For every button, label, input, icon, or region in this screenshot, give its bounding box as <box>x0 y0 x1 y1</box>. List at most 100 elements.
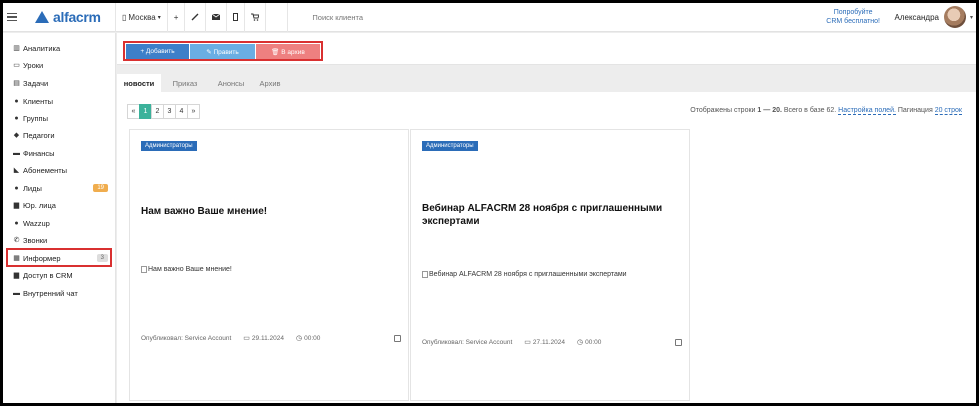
time-value: 00:00 <box>585 338 602 346</box>
toolbar-highlight <box>123 41 323 61</box>
user-menu-caret-icon[interactable]: ▾ <box>970 14 973 21</box>
tab-archive[interactable]: Архив <box>255 74 285 92</box>
money-icon: ▬ <box>13 149 20 157</box>
time: ◷ 00:00 <box>295 334 321 343</box>
page-next-button[interactable]: » <box>187 104 200 119</box>
image-alt-text: Вебинар ALFACRM 28 ноября с приглашенным… <box>429 271 627 278</box>
user-plus-icon: ● <box>14 184 19 192</box>
pagination-label: Пагинация <box>897 107 933 114</box>
sidebar-item-label: Абонементы <box>23 165 68 175</box>
tasks-icon: ▤ <box>13 80 20 87</box>
clock-icon: ◷ <box>576 339 584 346</box>
sidebar-item-label: Аналитика <box>23 43 61 53</box>
phone-icon: ✆ <box>13 237 20 244</box>
sidebar-item-finance[interactable]: ▬ Финансы <box>12 146 110 160</box>
city-label: Москва <box>128 12 156 22</box>
rows-shown-label: Отображены строки <box>690 107 756 114</box>
date: ▭ 29.11.2024 <box>243 334 284 343</box>
chart-icon: ▥ <box>13 45 20 52</box>
select-checkbox[interactable] <box>394 334 401 342</box>
tab-news[interactable]: новости <box>117 74 161 92</box>
client-search-input[interactable] <box>312 12 513 22</box>
audience-badge: Администраторы <box>422 141 478 151</box>
avatar[interactable] <box>944 6 966 28</box>
date-value: 29.11.2024 <box>251 334 284 342</box>
clock-icon: ◷ <box>295 335 303 342</box>
sidebar-item-label: Wazzup <box>23 218 50 228</box>
news-image: Нам важно Ваше мнение! <box>141 266 232 273</box>
sidebar-item-leads[interactable]: ● Лиды 19 <box>12 181 110 195</box>
time: ◷ 00:00 <box>576 338 602 347</box>
sidebar-item-legal[interactable]: ▆ Юр. лица <box>12 198 110 212</box>
rows-per-page-link[interactable]: 20 строк <box>934 107 962 115</box>
user-icon: ● <box>14 97 19 105</box>
date: ▭ 27.11.2024 <box>524 338 565 347</box>
image-alt-text: Нам важно Ваше мнение! <box>148 266 232 273</box>
news-title: Вебинар ALFACRM 28 ноября с приглашенным… <box>422 203 663 227</box>
tag-icon: ◣ <box>13 167 20 174</box>
main-content: + Добавить ✎ Править 🗑 В архив новости П… <box>117 33 976 403</box>
menu-icon[interactable] <box>7 12 25 22</box>
news-panel: « 1 2 3 4 » Отображены строки 1 — 20. Вс… <box>117 92 976 403</box>
sidebar-item-clients[interactable]: ● Клиенты <box>12 94 110 108</box>
city-select[interactable]: ▯ Москва ▾ <box>116 3 168 32</box>
sidebar-item-label: Внутренний чат <box>23 288 78 298</box>
app-window: alfacrm ▯ Москва ▾ + Попробуйте CRM бесп… <box>3 3 976 403</box>
sidebar-item-analytics[interactable]: ▥ Аналитика <box>12 41 110 55</box>
logo-text: alfacrm <box>53 9 101 25</box>
news-title: Нам важно Ваше мнение! <box>141 206 268 217</box>
sidebar-item-internal-chat[interactable]: ▬ Внутренний чат <box>12 286 110 300</box>
sidebar-item-label: Доступ в CRM <box>23 270 73 280</box>
calendar-icon: ▭ <box>13 62 20 69</box>
action-toolbar: + Добавить ✎ Править 🗑 В архив <box>117 33 976 65</box>
sidebar-item-label: Уроки <box>23 60 44 70</box>
sidebar-item-label: Задачи <box>23 78 49 88</box>
wrench-icon[interactable] <box>185 3 207 32</box>
mobile-icon[interactable] <box>227 3 246 32</box>
published-by: Опубликовал: Service Account <box>141 334 232 342</box>
promo-link[interactable]: Попробуйте CRM бесплатно! <box>826 8 880 26</box>
sidebar-item-crm-access[interactable]: ▆ Доступ в CRM <box>12 268 110 282</box>
broken-image-icon <box>422 271 428 278</box>
tab-announcements[interactable]: Анонсы <box>211 74 251 92</box>
graduation-cap-icon: ◆ <box>13 132 20 139</box>
tab-orders[interactable]: Приказ <box>167 74 203 92</box>
logo[interactable]: alfacrm <box>35 9 115 25</box>
select-checkbox[interactable] <box>675 338 682 346</box>
field-settings-link[interactable]: Настройка полей. <box>838 107 896 115</box>
promo-line-2: CRM бесплатно! <box>826 18 880 25</box>
user-name[interactable]: Александра <box>895 13 939 22</box>
date-value: 27.11.2024 <box>532 338 565 346</box>
published-by: Опубликовал: Service Account <box>422 338 513 346</box>
sidebar-item-groups[interactable]: ● Группы <box>12 111 110 125</box>
news-card[interactable]: Администраторы Нам важно Ваше мнение! На… <box>129 129 409 401</box>
news-card[interactable]: Администраторы Вебинар ALFACRM 28 ноября… <box>410 129 690 401</box>
whatsapp-icon: ● <box>14 219 19 227</box>
sidebar-item-calls[interactable]: ✆ Звонки <box>12 233 110 247</box>
rows-range: 1 — 20. <box>757 107 782 114</box>
sidebar-item-label: Юр. лица <box>23 200 56 210</box>
audience-badge: Администраторы <box>141 141 197 151</box>
calendar-icon: ▭ <box>243 335 250 342</box>
promo-line-1: Попробуйте <box>833 9 873 16</box>
sidebar-item-label: Лиды <box>23 183 42 193</box>
news-image: Вебинар ALFACRM 28 ноября с приглашенным… <box>422 271 627 278</box>
time-value: 00:00 <box>304 334 321 342</box>
lock-icon: ▆ <box>13 272 20 279</box>
building-icon: ▯ <box>122 12 127 22</box>
sidebar-item-wazzup[interactable]: ● Wazzup <box>12 216 110 230</box>
sidebar-item-tasks[interactable]: ▤ Задачи <box>12 76 110 90</box>
rows-total: Всего в базе 62. <box>783 107 837 114</box>
sidebar-item-lessons[interactable]: ▭ Уроки <box>12 58 110 72</box>
mail-icon[interactable] <box>206 3 228 32</box>
cart-icon[interactable] <box>245 3 267 32</box>
tab-bar: новости Приказ Анонсы Архив <box>117 66 976 92</box>
sidebar-item-teachers[interactable]: ◆ Педагоги <box>12 128 110 142</box>
sidebar-item-subscriptions[interactable]: ◣ Абонементы <box>12 163 110 177</box>
sidebar: ▥ Аналитика ▭ Уроки ▤ Задачи ● Клиенты ●… <box>3 33 116 403</box>
add-icon[interactable]: + <box>168 3 186 32</box>
caret-down-icon: ▾ <box>157 14 161 21</box>
leads-count-badge: 19 <box>93 184 108 192</box>
sidebar-item-label: Звонки <box>23 235 48 245</box>
sidebar-item-label: Финансы <box>23 148 55 158</box>
